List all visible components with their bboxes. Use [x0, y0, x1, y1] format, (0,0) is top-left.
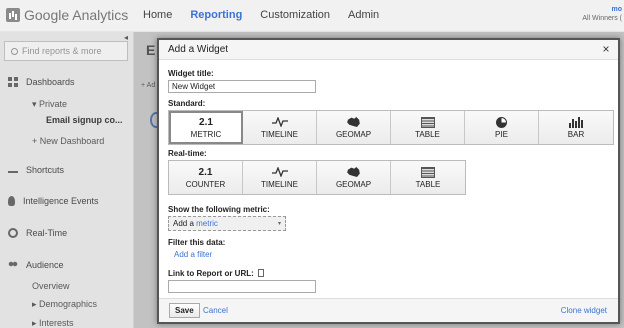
viz-rt-timeline[interactable]: TIMELINE: [243, 161, 317, 194]
widget-title-label: Widget title:: [168, 69, 214, 78]
geomap-icon: [347, 167, 361, 178]
bar-chart-icon: [569, 116, 583, 128]
link-url-label: Link to Report or URL:: [168, 269, 264, 278]
viz-rt-geomap[interactable]: GEOMAP: [317, 161, 391, 194]
table-icon: [421, 166, 435, 178]
link-url-input[interactable]: [168, 280, 316, 293]
account-switcher[interactable]: mo All Winners (: [582, 5, 622, 23]
add-filter-link[interactable]: Add a filter: [174, 250, 212, 259]
top-nav: Home Reporting Customization Admin: [134, 9, 388, 21]
counter-icon: 2.1: [198, 166, 213, 178]
viz-label: TIMELINE: [261, 179, 298, 189]
modal-overlay-side: [0, 32, 134, 328]
account-property: All Winners (: [582, 15, 622, 22]
pie-icon: [496, 116, 507, 128]
show-metric-label: Show the following metric:: [168, 205, 270, 214]
metric-icon: 2.1: [199, 116, 213, 128]
viz-bar[interactable]: BAR: [539, 111, 613, 144]
realtime-label: Real-time:: [168, 149, 207, 158]
filter-label: Filter this data:: [168, 238, 226, 247]
app-logo[interactable]: Google Analytics: [6, 7, 128, 23]
cancel-link[interactable]: Cancel: [203, 306, 228, 315]
realtime-visualizations: 2.1 COUNTER TIMELINE GEOMAP TABLE: [168, 160, 466, 195]
dialog-title: Add a Widget: [168, 44, 229, 55]
timeline-icon: [271, 117, 288, 128]
add-metric-dropdown[interactable]: Add a metric ▾: [168, 216, 286, 231]
app-logo-text: Google Analytics: [24, 7, 129, 23]
analytics-logo-icon: [6, 8, 20, 22]
chevron-down-icon: ▾: [277, 221, 281, 227]
geomap-icon: [347, 117, 361, 128]
viz-label: TIMELINE: [261, 129, 298, 139]
save-button[interactable]: Save: [169, 303, 200, 318]
table-icon: [420, 116, 435, 128]
viz-timeline[interactable]: TIMELINE: [243, 111, 317, 144]
viz-table[interactable]: TABLE: [391, 111, 465, 144]
document-icon: [257, 269, 264, 277]
viz-label: PIE: [495, 129, 508, 139]
viz-pie[interactable]: PIE: [465, 111, 539, 144]
viz-label: BAR: [567, 129, 585, 139]
viz-geomap[interactable]: GEOMAP: [317, 111, 391, 144]
standard-label: Standard:: [168, 99, 206, 108]
top-bar: Google Analytics Home Reporting Customiz…: [0, 0, 624, 32]
timeline-icon: [271, 167, 288, 178]
dialog-header: Add a Widget ×: [159, 40, 618, 60]
viz-counter[interactable]: 2.1 COUNTER: [169, 161, 243, 194]
add-widget-dialog: Add a Widget × Widget title: Standard: 2…: [157, 38, 620, 324]
dialog-footer: Save Cancel Clone widget: [159, 298, 618, 322]
widget-title-input[interactable]: [168, 80, 316, 93]
close-icon[interactable]: ×: [600, 42, 612, 56]
viz-label: TABLE: [415, 129, 440, 139]
viz-label: GEOMAP: [335, 129, 372, 139]
viz-label: TABLE: [415, 179, 441, 189]
nav-home[interactable]: Home: [134, 9, 181, 21]
standard-visualizations: 2.1 METRIC TIMELINE GEOMAP TABLE PIE BAR: [168, 110, 614, 145]
viz-label: GEOMAP: [335, 179, 372, 189]
viz-rt-table[interactable]: TABLE: [391, 161, 465, 194]
account-email: mo: [611, 6, 623, 13]
viz-label: METRIC: [190, 129, 222, 139]
nav-admin[interactable]: Admin: [339, 9, 388, 21]
viz-label: COUNTER: [185, 179, 226, 189]
viz-metric[interactable]: 2.1 METRIC: [169, 111, 243, 144]
add-metric-text: Add a metric: [173, 219, 218, 228]
nav-reporting[interactable]: Reporting: [181, 9, 251, 21]
clone-widget-link[interactable]: Clone widget: [561, 306, 607, 315]
nav-customization[interactable]: Customization: [251, 9, 339, 21]
